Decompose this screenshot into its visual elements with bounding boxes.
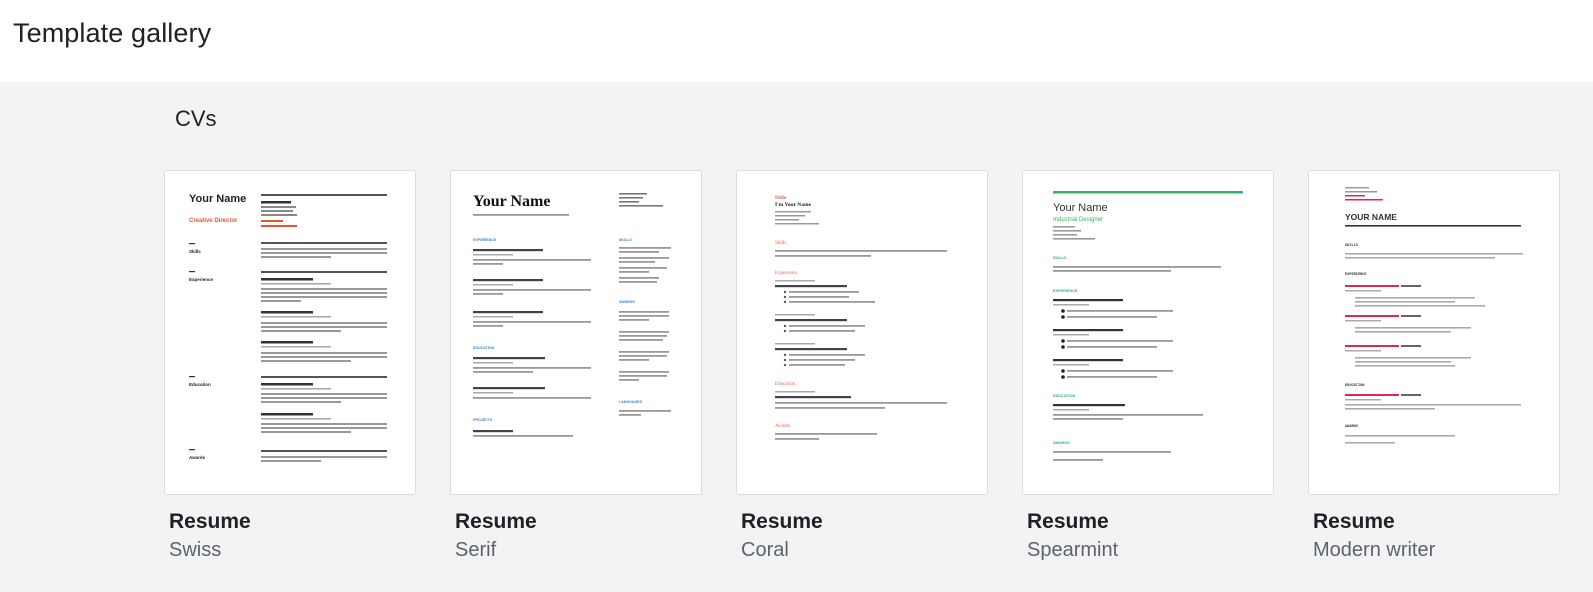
swiss-name: Your Name (189, 193, 246, 205)
swiss-subtitle: Creative Director (189, 218, 238, 224)
swiss-section-awards: Awards (189, 455, 206, 460)
serif-section-education: EDUCATION (473, 346, 495, 350)
template-thumbnail-spearmint: Your Name Industrial Designer SKILLS EXP… (1053, 191, 1243, 461)
template-card-swiss[interactable]: Your Name Creative Director Skills Exper… (164, 170, 416, 495)
template-name: Modern writer (1313, 539, 1436, 561)
serif-section-awards: AWARDS (619, 300, 635, 304)
spearmint-subtitle: Industrial Designer (1053, 217, 1103, 223)
modern-writer-name: YOUR NAME (1345, 212, 1397, 222)
coral-section-awards: Awards (775, 424, 790, 429)
template-thumbnail-swiss: Your Name Creative Director Skills Exper… (189, 193, 387, 462)
template-card-spearmint[interactable]: Your Name Industrial Designer SKILLS EXP… (1022, 170, 1274, 495)
svg-text:Your Name: Your Name (189, 193, 246, 205)
coral-greeting: Hello (775, 196, 787, 201)
template-label-coral[interactable]: Resume Coral (741, 510, 993, 562)
template-label-spearmint[interactable]: Resume Spearmint (1027, 510, 1279, 562)
swiss-section-education: Education (189, 382, 211, 387)
swiss-section-skills: Skills (189, 249, 201, 254)
modern-writer-section-awards: AWARDS (1345, 425, 1359, 429)
spearmint-section-awards: AWARDS (1053, 441, 1070, 445)
spearmint-section-experience: EXPERIENCE (1053, 289, 1078, 293)
serif-section-languages: LANGUAGES (619, 400, 643, 404)
template-name: Coral (741, 539, 789, 561)
serif-section-skills: SKILLS (619, 238, 632, 242)
spearmint-section-education: EDUCATION (1053, 394, 1076, 398)
spearmint-section-skills: SKILLS (1053, 256, 1067, 260)
template-card-coral[interactable]: Hello I'm Your Name Skills Experience Ed… (736, 170, 988, 495)
serif-section-experience: EXPERIENCE (473, 238, 497, 242)
coral-section-skills: Skills (775, 241, 786, 246)
spearmint-name: Your Name (1053, 202, 1108, 214)
template-name: Spearmint (1027, 539, 1119, 561)
page-title: Template gallery (13, 18, 212, 48)
section-title: CVs (175, 106, 217, 131)
coral-section-education: Education (775, 382, 796, 387)
coral-name: I'm Your Name (775, 202, 812, 208)
modern-writer-section-skills: SKILLS (1345, 244, 1359, 248)
template-category: Resume (455, 510, 537, 533)
modern-writer-section-experience: EXPERIENCE (1345, 273, 1367, 277)
template-name: Serif (455, 539, 497, 561)
template-card-serif[interactable]: Your Name EXPERIENCE EDUCATION PROJECTS … (450, 170, 702, 495)
template-thumbnail-coral: Hello I'm Your Name Skills Experience Ed… (775, 196, 947, 440)
modern-writer-section-education: EDUCATION (1345, 384, 1364, 388)
template-thumbnail-modern-writer: YOUR NAME SKILLS EXPERIENCE EDUCATION AW… (1345, 187, 1523, 444)
top-bar: Template gallery (0, 0, 1593, 82)
coral-section-experience: Experience (775, 271, 798, 276)
template-thumbnail-serif: Your Name EXPERIENCE EDUCATION PROJECTS … (473, 193, 671, 437)
template-card-modern-writer[interactable]: YOUR NAME SKILLS EXPERIENCE EDUCATION AW… (1308, 170, 1560, 495)
serif-name: Your Name (473, 193, 550, 210)
template-label-serif[interactable]: Resume Serif (455, 510, 707, 562)
template-name: Swiss (169, 539, 222, 561)
template-category: Resume (741, 510, 823, 533)
template-label-modern-writer[interactable]: Resume Modern writer (1313, 510, 1565, 562)
template-label-swiss[interactable]: Resume Swiss (169, 510, 421, 562)
template-category: Resume (1027, 510, 1109, 533)
serif-section-projects: PROJECTS (473, 418, 493, 422)
template-category: Resume (1313, 510, 1395, 533)
swiss-section-experience: Experience (189, 277, 214, 282)
template-category: Resume (169, 510, 251, 533)
